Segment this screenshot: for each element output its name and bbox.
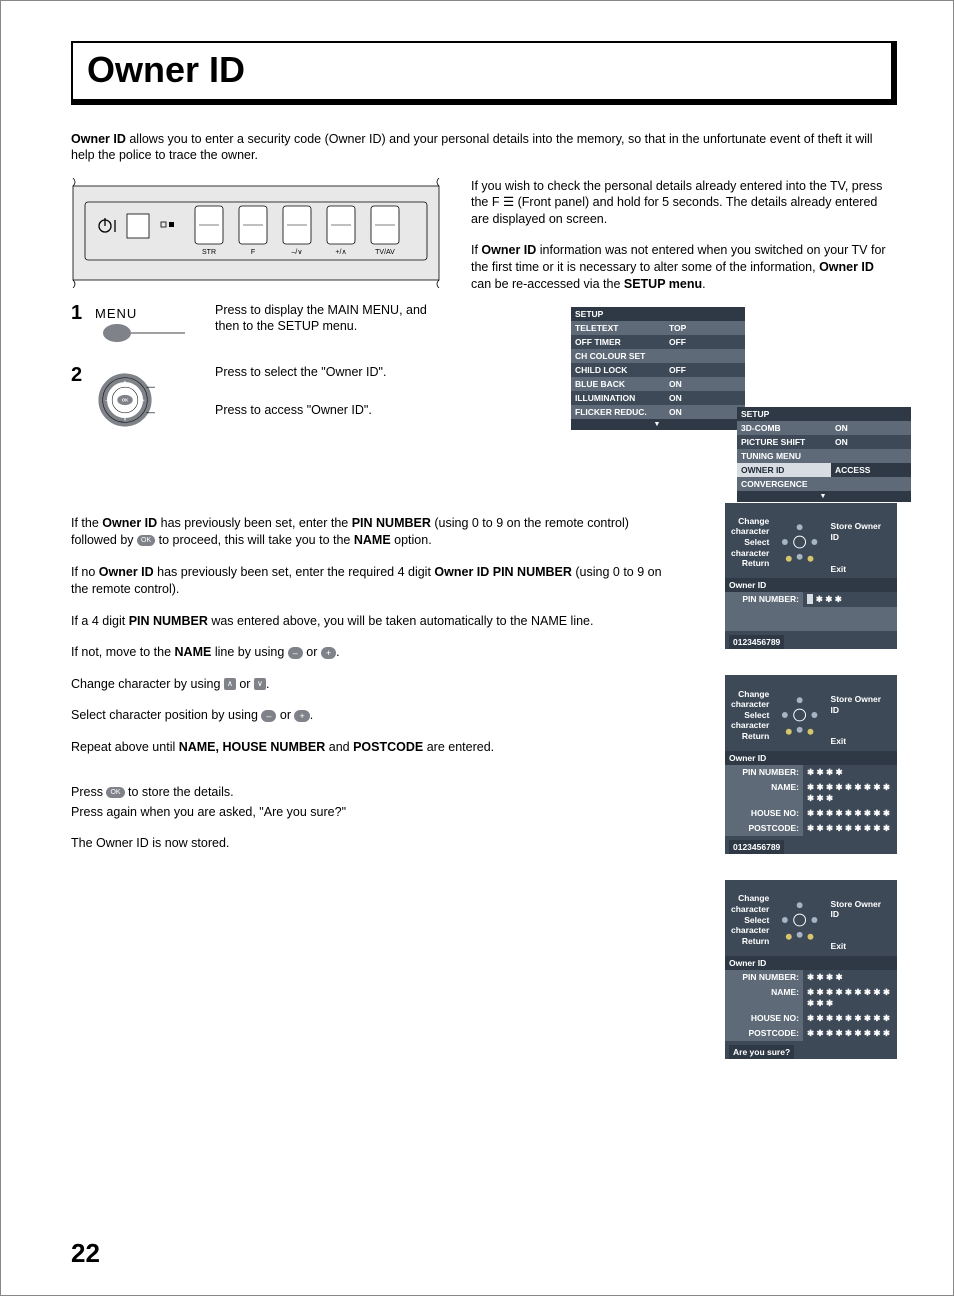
osd-are-you-sure: Are you sure?	[729, 1045, 794, 1059]
step-2-text-1: Press to select the "Owner ID".	[215, 364, 441, 381]
body-p7: Repeat above until NAME, HOUSE NUMBER an…	[71, 739, 672, 757]
osd-setup-1: SETUP TELETEXTTOP OFF TIMEROFF CH COLOUR…	[571, 307, 745, 430]
osd-setup-stack: SETUP TELETEXTTOP OFF TIMEROFF CH COLOUR…	[571, 307, 897, 430]
step-1-number: 1	[71, 302, 95, 350]
osd-down-arrow: ▼	[737, 491, 911, 502]
svg-text:∨: ∨	[123, 416, 127, 422]
step-2-icon-area: OK ∧ ∨ – +	[95, 364, 215, 433]
svg-text:–: –	[105, 398, 109, 404]
ok-icon: OK	[106, 787, 124, 798]
body-p10: The Owner ID is now stored.	[71, 835, 672, 853]
down-icon: ∨	[254, 678, 266, 690]
osd-numstrip: 0123456789	[729, 635, 784, 649]
osd-examples-column: Change character Select character Return	[712, 493, 897, 1059]
osd-owner-title: Owner ID	[725, 751, 897, 765]
step-1-text: Press to display the MAIN MENU, and then…	[215, 302, 441, 350]
svg-text:F: F	[251, 249, 255, 256]
step-2-text-2: Press to access "Owner ID".	[215, 402, 441, 419]
nav-cross-icon	[775, 690, 824, 740]
step-2-number: 2	[71, 364, 95, 433]
instruction-body: If the Owner ID has previously been set,…	[71, 515, 672, 1059]
osd-owner-title: Owner ID	[725, 956, 897, 970]
body-p1: If the Owner ID has previously been set,…	[71, 515, 672, 550]
body-p3: If a 4 digit PIN NUMBER was entered abov…	[71, 613, 672, 631]
step-1: 1 MENU Press to display the MAIN MENU, a…	[71, 302, 441, 350]
nav-pad-icon: OK ∧ ∨ – +	[95, 370, 155, 430]
right-para-1: If you wish to check the personal detail…	[471, 178, 897, 229]
svg-text:+: +	[141, 398, 145, 404]
manual-page: Owner ID Owner ID allows you to enter a …	[0, 0, 954, 1296]
svg-text:STR: STR	[202, 249, 216, 256]
page-title: Owner ID	[87, 49, 877, 91]
svg-text:∧: ∧	[123, 379, 127, 385]
page-number: 22	[71, 1238, 100, 1269]
osd-down-arrow: ▼	[571, 419, 745, 430]
intro-rest: allows you to enter a security code (Own…	[71, 132, 873, 162]
body-p4: If not, move to the NAME line by using –…	[71, 644, 672, 662]
osd-setup-2: SETUP 3D-COMBON PICTURE SHIFTON TUNING M…	[737, 407, 911, 502]
plus-icon: +	[321, 647, 336, 659]
minus-icon: –	[288, 647, 303, 659]
step-2-text: Press to select the "Owner ID". Press to…	[215, 364, 441, 433]
osd-setup-2-header: SETUP	[737, 407, 911, 421]
body-p5: Change character by using ∧ or ∨.	[71, 676, 672, 694]
svg-text:–/∨: –/∨	[292, 249, 303, 256]
osd-owner-block-1: Change character Select character Return	[725, 503, 897, 650]
minus-icon: –	[261, 710, 276, 722]
svg-text:+/∧: +/∧	[335, 249, 346, 256]
osd-legend: Change character Select character Return	[725, 675, 897, 751]
svg-text:TV/AV: TV/AV	[375, 249, 395, 256]
plus-icon: +	[294, 710, 309, 722]
body-p9: Press again when you are asked, "Are you…	[71, 804, 672, 822]
osd-owner-block-3: Change character Select character Return	[725, 880, 897, 1059]
body-p2: If no Owner ID has previously been set, …	[71, 564, 672, 599]
intro-paragraph: Owner ID allows you to enter a security …	[71, 131, 897, 164]
osd-legend: Change character Select character Return	[725, 503, 897, 579]
menu-button-icon	[95, 321, 185, 347]
intro-bold: Owner ID	[71, 132, 126, 146]
front-panel-diagram: STR F –/∨ +/∧ TV/AV	[71, 178, 441, 288]
osd-setup-1-header: SETUP	[571, 307, 745, 321]
up-icon: ∧	[224, 678, 236, 690]
step-1-icon-area: MENU	[95, 302, 215, 350]
body-p6: Select character position by using – or …	[71, 707, 672, 725]
osd-legend: Change character Select character Return	[725, 880, 897, 956]
body-p8: Press OK to store the details.	[71, 784, 672, 802]
menu-label: MENU	[95, 306, 215, 321]
right-para-2: If Owner ID information was not entered …	[471, 242, 897, 293]
left-column: STR F –/∨ +/∧ TV/AV	[71, 178, 441, 433]
nav-cross-icon	[775, 895, 824, 945]
ok-icon: OK	[137, 535, 155, 546]
page-title-box: Owner ID	[71, 41, 897, 105]
step-2: 2 OK ∧ ∨ – +	[71, 364, 441, 433]
right-column-top: If you wish to check the personal detail…	[471, 178, 897, 433]
svg-text:OK: OK	[122, 397, 129, 402]
osd-numstrip: 0123456789	[729, 840, 784, 854]
osd-owner-title: Owner ID	[725, 578, 897, 592]
osd-owner-block-2: Change character Select character Return	[725, 675, 897, 854]
nav-cross-icon	[775, 517, 824, 567]
